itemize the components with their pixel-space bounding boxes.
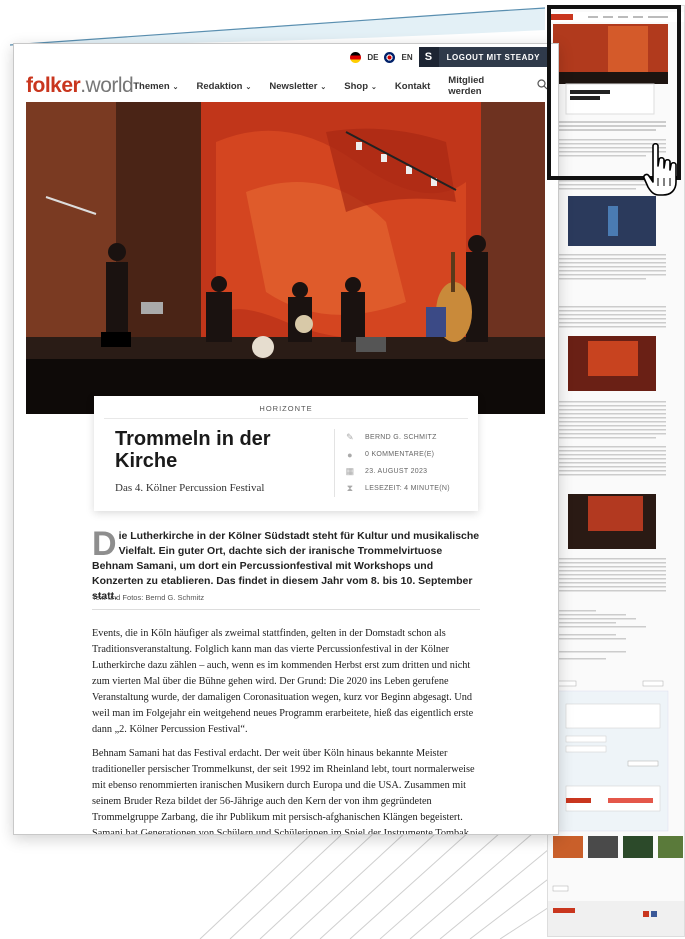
nav-label: Themen xyxy=(133,80,170,92)
photo-credit: Text und Fotos: Bernd G. Schmitz xyxy=(92,593,205,602)
article-meta: ✎ BERND G. SCHMITZ ● 0 KOMMENTARE(E) ▦ 23. … xyxy=(334,429,450,497)
nav-menu: Themen ⌄ Redaktion ⌄ Newsletter ⌄ Shop ⌄ Kon… xyxy=(133,75,548,97)
logout-label: LOGOUT MIT STEADY xyxy=(446,52,540,62)
flag-en-icon[interactable] xyxy=(384,51,396,63)
nav-item-shop[interactable]: Shop ⌄ xyxy=(344,81,377,92)
lead-text: ie Lutherkirche in der Kölner Südstadt s… xyxy=(92,530,480,602)
comment-icon: ● xyxy=(347,449,353,460)
logout-steady-button[interactable]: S LOGOUT MIT STEADY xyxy=(418,47,548,67)
hourglass-icon: ⧗ xyxy=(346,483,354,493)
chevron-down-icon: ⌄ xyxy=(320,83,327,91)
category-label[interactable]: HORIZONTE xyxy=(94,404,478,413)
main-navigation: folker.world Themen ⌄ Redaktion ⌄ Newslett… xyxy=(26,74,548,98)
flag-de-icon[interactable] xyxy=(350,51,362,63)
logo-suffix: .world xyxy=(80,74,134,97)
lang-en[interactable]: EN xyxy=(401,53,412,62)
steady-logo-icon: S xyxy=(418,47,439,67)
nav-item-newsletter[interactable]: Newsletter ⌄ xyxy=(269,81,326,92)
article-subtitle: Das 4. Kölner Percussion Festival xyxy=(115,482,265,494)
author-link[interactable]: BERND G. SCHMITZ xyxy=(365,434,437,441)
chevron-down-icon: ⌄ xyxy=(245,83,252,91)
hand-pointer-icon xyxy=(643,142,677,196)
paragraph: Behnam Samani hat das Festival erdacht. … xyxy=(92,748,475,835)
meta-comments: ● 0 KOMMENTARE(E) xyxy=(345,446,450,463)
drop-cap: D xyxy=(92,525,117,563)
nav-item-themen[interactable]: Themen ⌄ xyxy=(133,81,178,92)
meta-date: ▦ 23. AUGUST 2023 xyxy=(345,463,450,480)
calendar-icon: ▦ xyxy=(345,466,355,476)
lang-de[interactable]: DE xyxy=(367,53,378,62)
nav-item-mitglied-werden[interactable]: Mitglied werden xyxy=(448,75,519,97)
meta-reading-time: ⧗ LESEZEIT: 4 MINUTE(N) xyxy=(345,480,450,497)
site-logo[interactable]: folker.world xyxy=(26,74,134,98)
nav-item-redaktion[interactable]: Redaktion ⌄ xyxy=(197,81,252,92)
reading-time: LESEZEIT: 4 MINUTE(N) xyxy=(365,485,450,492)
chevron-down-icon: ⌄ xyxy=(172,83,179,91)
article-body: Events, die in Köln häufiger als zweimal… xyxy=(92,626,484,835)
nav-item-kontakt[interactable]: Kontakt xyxy=(395,81,430,92)
divider xyxy=(104,418,468,419)
hero-image xyxy=(26,102,545,414)
article-title: Trommeln in der Kirche xyxy=(115,428,271,472)
meta-author: ✎ BERND G. SCHMITZ xyxy=(345,429,450,446)
nav-label: Newsletter xyxy=(269,80,318,92)
logo-brand: folker xyxy=(26,74,81,97)
top-bar: DE EN S LOGOUT MIT STEADY xyxy=(350,47,548,67)
pen-icon: ✎ xyxy=(346,432,354,442)
paragraph: Events, die in Köln häufiger als zweimal… xyxy=(92,628,474,735)
nav-label: Redaktion xyxy=(196,80,243,92)
chevron-down-icon: ⌄ xyxy=(371,83,377,91)
comments-link[interactable]: 0 KOMMENTARE(E) xyxy=(365,451,434,458)
nav-label: Shop xyxy=(344,80,369,92)
divider xyxy=(92,609,480,610)
article-page: DE EN S LOGOUT MIT STEADY folker.world T… xyxy=(13,43,559,835)
article-header-card: HORIZONTE Trommeln in der Kirche Das 4. … xyxy=(94,396,478,511)
publish-date: 23. AUGUST 2023 xyxy=(365,468,428,475)
